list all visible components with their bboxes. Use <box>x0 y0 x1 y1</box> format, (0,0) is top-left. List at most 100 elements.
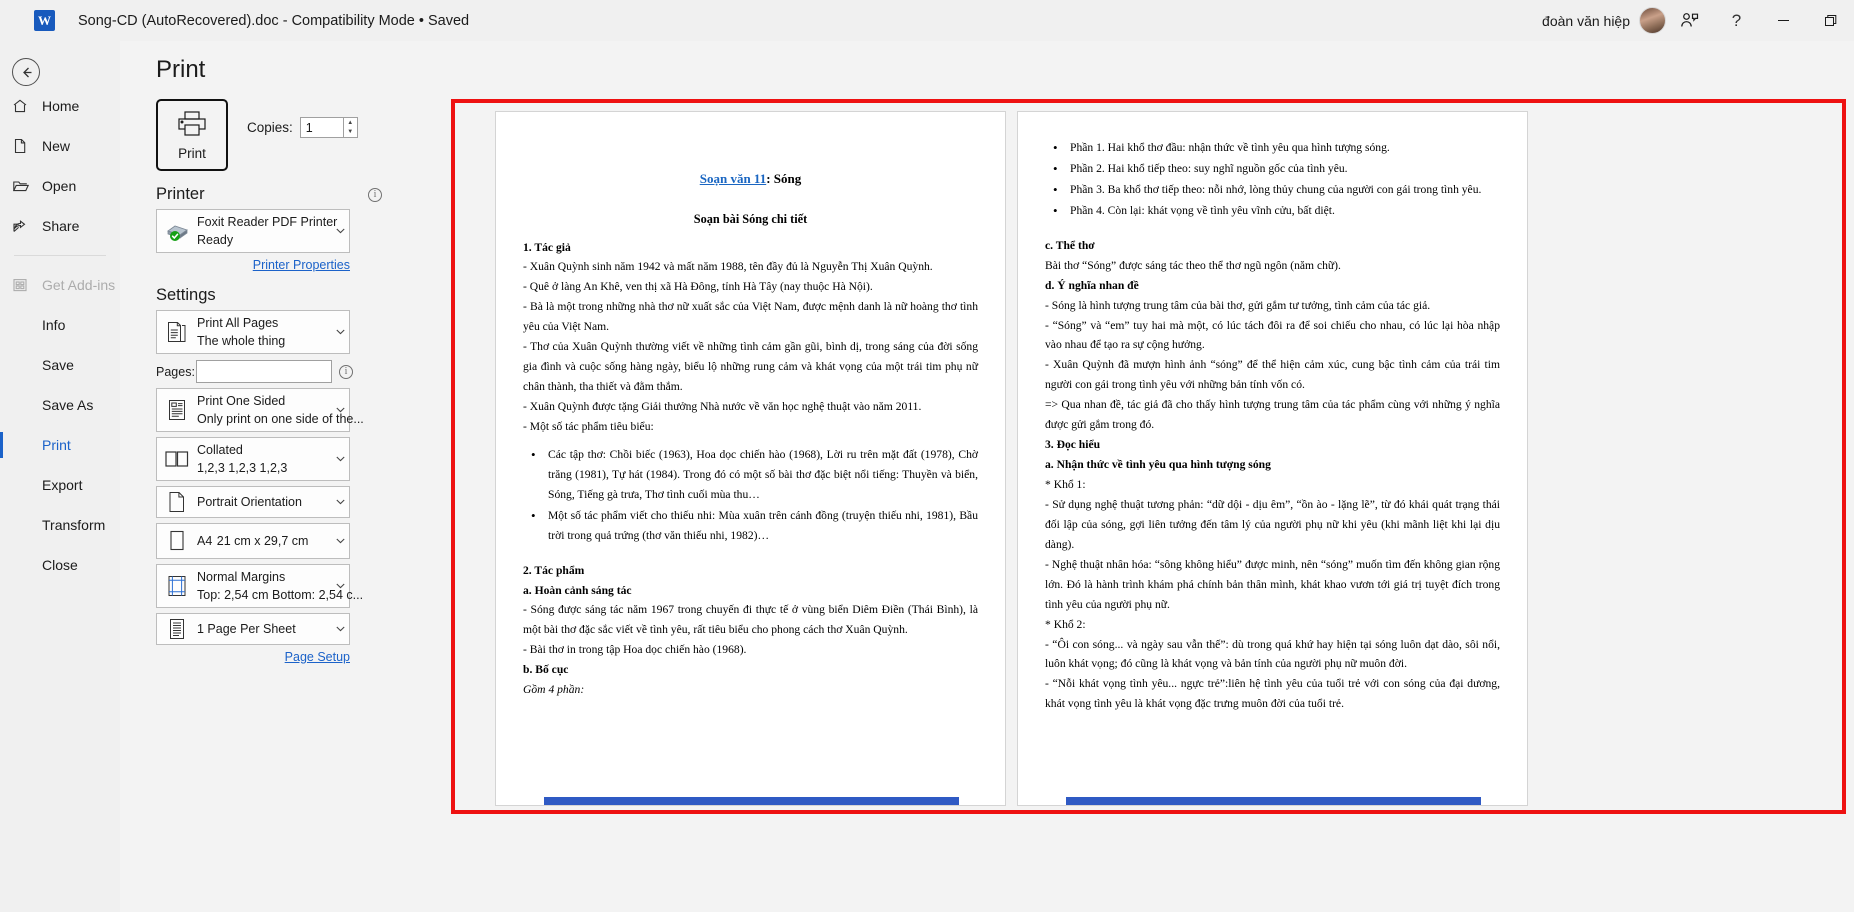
title-bar: W Song-CD (AutoRecovered).doc - Compatib… <box>0 0 1854 41</box>
setting-line2: 1,2,3 1,2,3 1,2,3 <box>197 461 288 475</box>
setting-pages-per-sheet[interactable]: 1 Page Per Sheet <box>156 613 350 645</box>
new-document-icon <box>12 138 36 154</box>
setting-line1: Print One Sided <box>197 394 286 408</box>
print-button[interactable]: Print <box>156 99 228 171</box>
print-preview-area: Soạn văn 11: Sóng Soạn bài Sóng chi tiết… <box>396 41 1854 912</box>
doc-hc: c. Thể thơ <box>1045 238 1095 252</box>
setting-line2: Only print on one side of the... <box>197 412 364 426</box>
left-navigation: Home New Open Share Get Add-ins Info Sav… <box>0 41 120 912</box>
stepper-down-icon[interactable]: ▼ <box>344 128 357 138</box>
sidebar-item-new[interactable]: New <box>0 126 120 166</box>
doc-hd: d. Ý nghĩa nhan đề <box>1045 278 1139 292</box>
sidebar-item-close[interactable]: Close <box>0 545 120 585</box>
sidebar-item-save[interactable]: Save <box>0 345 120 385</box>
chevron-down-icon[interactable] <box>331 626 349 632</box>
doc-bocuc: Gồm 4 phần: <box>523 683 585 697</box>
share-icon[interactable] <box>1666 0 1713 41</box>
sidebar-item-save-as[interactable]: Save As <box>0 385 120 425</box>
setting-collation[interactable]: Collated 1,2,3 1,2,3 1,2,3 <box>156 437 350 481</box>
doc-paragraph: - “Nỗi khát vọng tình yêu... ngực trẻ”:l… <box>1045 677 1500 711</box>
copies-field-group: Copies: ▲ ▼ <box>247 117 358 138</box>
user-name: đoàn văn hiệp <box>1542 12 1630 29</box>
sidebar-item-export[interactable]: Export <box>0 465 120 505</box>
document-title: Song-CD (AutoRecovered).doc - Compatibil… <box>78 12 470 29</box>
pages-input[interactable] <box>196 360 332 383</box>
pages-field-group: Pages: i <box>156 360 396 383</box>
doc-paragraph: - Xuân Quỳnh đã mượn hình ảnh “sóng” để … <box>1045 358 1500 392</box>
sidebar-item-share[interactable]: Share <box>0 206 120 246</box>
copies-input[interactable] <box>299 117 344 138</box>
sidebar-item-label: Get Add-ins <box>42 277 116 293</box>
list-item: Phần 3. Ba khổ thơ tiếp theo: nỗi nhớ, l… <box>1045 179 1500 201</box>
restore-icon[interactable] <box>1807 0 1854 41</box>
page-bottom-highlight <box>544 797 959 805</box>
sidebar-item-label: Home <box>42 98 80 114</box>
printer-properties-link[interactable]: Printer Properties <box>156 258 350 272</box>
setting-margins[interactable]: Normal Margins Top: 2,54 cm Bottom: 2,54… <box>156 564 363 608</box>
list-item: Phần 1. Hai khổ thơ đầu: nhận thức về tì… <box>1045 137 1500 159</box>
chevron-down-icon[interactable] <box>331 456 349 462</box>
chevron-down-icon[interactable] <box>331 228 349 234</box>
doc-paragraph: - Nghệ thuật nhân hóa: “sông không hiểu”… <box>1045 557 1500 611</box>
minimize-icon[interactable] <box>1760 0 1807 41</box>
setting-orientation[interactable]: Portrait Orientation <box>156 486 350 518</box>
title-rest: : Sóng <box>766 171 802 186</box>
chevron-down-icon[interactable] <box>331 407 349 413</box>
print-settings-pane: Print Print Copies: ▲ ▼ Printer i <box>120 41 396 912</box>
sidebar-item-print[interactable]: Print <box>0 425 120 465</box>
doc-h3a: a. Nhận thức về tình yêu qua hình tượng … <box>1045 458 1271 472</box>
page-bottom-highlight <box>1066 797 1481 805</box>
doc-h2a: a. Hoàn cảnh sáng tác <box>523 583 632 597</box>
margins-icon <box>157 574 197 598</box>
setting-line1: Normal Margins <box>197 570 286 584</box>
list-item: Phần 4. Còn lại: khát vọng về tình yêu v… <box>1045 200 1500 222</box>
printer-device-icon <box>157 220 197 242</box>
settings-section-label: Settings <box>156 286 216 304</box>
sidebar-item-get-add-ins[interactable]: Get Add-ins <box>0 265 120 305</box>
sidebar-item-info[interactable]: Info <box>0 305 120 345</box>
page-setup-link[interactable]: Page Setup <box>156 650 350 664</box>
printer-selector[interactable]: Foxit Reader PDF Printer Ready <box>156 209 350 253</box>
printer-icon <box>176 110 208 143</box>
share-icon <box>12 218 36 234</box>
chevron-down-icon[interactable] <box>331 538 349 544</box>
pages-per-sheet-icon <box>157 617 197 641</box>
print-action-row: Print Copies: ▲ ▼ <box>156 99 396 171</box>
preview-page-right[interactable]: Phần 1. Hai khổ thơ đầu: nhận thức về tì… <box>1017 111 1528 806</box>
doc-h2: 2. Tác phẩm <box>523 563 585 577</box>
doc-bullet-list: Phần 1. Hai khổ thơ đầu: nhận thức về tì… <box>1045 137 1500 222</box>
back-arrow-icon[interactable] <box>12 58 40 86</box>
sidebar-item-label: Info <box>42 317 66 333</box>
doc-h2b: b. Bố cục <box>523 663 569 677</box>
sidebar-item-label: Transform <box>42 517 106 533</box>
doc-paragraph: - Xuân Quỳnh được tặng Giải thưởng Nhà n… <box>523 400 922 413</box>
avatar[interactable] <box>1639 7 1666 34</box>
doc-paragraph: - Bài thơ in trong tập Hoa dọc chiến hào… <box>523 643 747 657</box>
info-icon[interactable]: i <box>368 187 382 202</box>
copies-label: Copies: <box>247 120 293 135</box>
sidebar-item-home[interactable]: Home <box>0 86 120 126</box>
sidebar-item-label: Save <box>42 357 74 373</box>
sidebar-item-transform[interactable]: Transform <box>0 505 120 545</box>
preview-highlight-annotation: Soạn văn 11: Sóng Soạn bài Sóng chi tiết… <box>451 99 1846 814</box>
sidebar-item-open[interactable]: Open <box>0 166 120 206</box>
printer-section-heading: Printer i <box>156 185 396 204</box>
sidebar-item-label: Export <box>42 477 83 493</box>
setting-paper-size[interactable]: A4 21 cm x 29,7 cm <box>156 523 350 559</box>
soan-van-link[interactable]: Soạn văn 11 <box>700 171 766 186</box>
chevron-down-icon[interactable] <box>331 499 349 505</box>
setting-sides[interactable]: Print One Sided Only print on one side o… <box>156 388 364 432</box>
setting-print-range[interactable]: Print All Pages The whole thing <box>156 310 350 354</box>
chevron-down-icon[interactable] <box>331 329 349 335</box>
info-icon[interactable]: i <box>339 364 353 379</box>
stepper-up-icon[interactable]: ▲ <box>344 118 357 128</box>
help-icon[interactable]: ? <box>1713 0 1760 41</box>
doc-paragraph: - “Ôi con sóng... và ngày sau vẫn thế”: … <box>1045 637 1500 671</box>
preview-page-left[interactable]: Soạn văn 11: Sóng Soạn bài Sóng chi tiết… <box>495 111 1006 806</box>
chevron-down-icon[interactable] <box>331 583 349 589</box>
doc-paragraph: - Sóng là hình tượng trung tâm của bài t… <box>1045 298 1431 312</box>
sidebar-item-label: Save As <box>42 397 94 413</box>
copies-stepper[interactable]: ▲ ▼ <box>343 117 358 138</box>
word-logo-icon: W <box>34 10 55 31</box>
list-item: Phần 2. Hai khổ tiếp theo: suy nghĩ nguồ… <box>1045 158 1500 180</box>
